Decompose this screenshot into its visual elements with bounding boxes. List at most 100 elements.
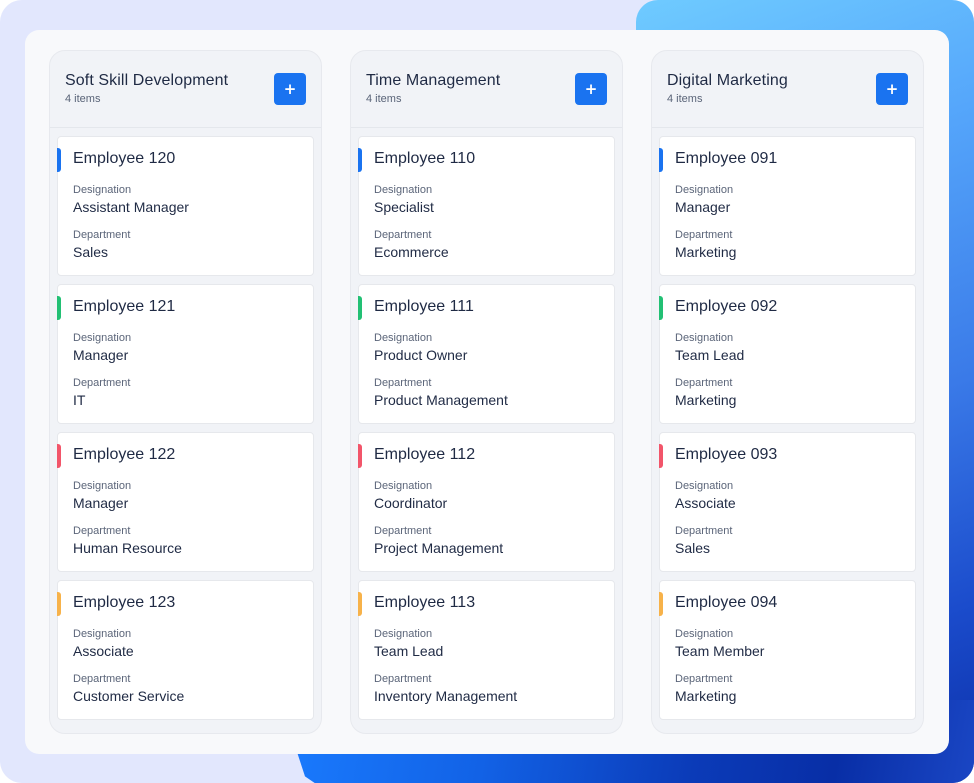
- card-status-indicator: [659, 592, 663, 616]
- card-status-indicator: [659, 296, 663, 320]
- employee-card[interactable]: Employee 120 Designation Assistant Manag…: [57, 136, 314, 276]
- card-status-indicator: [358, 444, 362, 468]
- employee-name: Employee 110: [374, 150, 476, 167]
- designation-label: Designation: [374, 332, 433, 344]
- department-label: Department: [73, 229, 131, 241]
- department-value: Human Resource: [73, 540, 182, 556]
- designation-value: Team Lead: [374, 643, 444, 659]
- department-label: Department: [73, 377, 131, 389]
- add-card-button[interactable]: +: [876, 73, 908, 105]
- department-label: Department: [675, 673, 733, 685]
- card-status-indicator: [57, 444, 61, 468]
- department-value: Sales: [73, 244, 109, 260]
- employee-name: Employee 091: [675, 150, 778, 167]
- plus-icon: +: [283, 80, 297, 98]
- card-status-indicator: [659, 444, 663, 468]
- department-label: Department: [675, 229, 733, 241]
- employee-card[interactable]: Employee 110 Designation Specialist Depa…: [358, 136, 615, 276]
- designation-label: Designation: [73, 628, 132, 640]
- designation-value: Team Lead: [675, 347, 745, 363]
- kanban-column-1: Soft Skill Development 4 items + Employe…: [49, 50, 322, 734]
- card-status-indicator: [57, 296, 61, 320]
- department-label: Department: [374, 229, 432, 241]
- department-value: Inventory Management: [374, 688, 518, 704]
- kanban-column-2: Time Management 4 items + Employee 110 D…: [350, 50, 623, 734]
- department-label: Department: [73, 525, 131, 537]
- department-value: Ecommerce: [374, 244, 449, 260]
- card-status-indicator: [57, 148, 61, 172]
- designation-value: Associate: [73, 643, 134, 659]
- employee-name: Employee 112: [374, 446, 476, 463]
- designation-label: Designation: [374, 628, 433, 640]
- employee-card[interactable]: Employee 121 Designation Manager Departm…: [57, 284, 314, 424]
- department-label: Department: [675, 525, 733, 537]
- department-value: Product Management: [374, 392, 508, 408]
- department-value: Marketing: [675, 392, 737, 408]
- employee-card[interactable]: Employee 092 Designation Team Lead Depar…: [659, 284, 916, 424]
- employee-card[interactable]: Employee 091 Designation Manager Departm…: [659, 136, 916, 276]
- card-list: Employee 110 Designation Specialist Depa…: [351, 128, 622, 720]
- employee-name: Employee 121: [73, 298, 176, 315]
- employee-name: Employee 094: [675, 594, 778, 611]
- card-list: Employee 091 Designation Manager Departm…: [652, 128, 923, 720]
- employee-card[interactable]: Employee 093 Designation Associate Depar…: [659, 432, 916, 572]
- employee-name: Employee 123: [73, 594, 176, 611]
- department-value: IT: [73, 392, 86, 408]
- employee-card[interactable]: Employee 113 Designation Team Lead Depar…: [358, 580, 615, 720]
- department-label: Department: [73, 673, 131, 685]
- employee-card[interactable]: Employee 122 Designation Manager Departm…: [57, 432, 314, 572]
- kanban-column-3: Digital Marketing 4 items + Employee 091…: [651, 50, 924, 734]
- add-card-button[interactable]: +: [575, 73, 607, 105]
- column-header: Time Management 4 items +: [351, 51, 622, 128]
- department-value: Customer Service: [73, 688, 185, 704]
- card-status-indicator: [358, 296, 362, 320]
- employee-name: Employee 093: [675, 446, 778, 463]
- designation-value: Assistant Manager: [73, 199, 189, 215]
- card-list: Employee 120 Designation Assistant Manag…: [50, 128, 321, 720]
- column-header: Soft Skill Development 4 items +: [50, 51, 321, 128]
- employee-name: Employee 092: [675, 298, 778, 315]
- card-status-indicator: [659, 148, 663, 172]
- designation-label: Designation: [73, 480, 132, 492]
- column-header: Digital Marketing 4 items +: [652, 51, 923, 128]
- department-label: Department: [374, 673, 432, 685]
- plus-icon: +: [584, 80, 598, 98]
- card-status-indicator: [358, 148, 362, 172]
- employee-name: Employee 111: [374, 298, 474, 315]
- designation-value: Specialist: [374, 199, 434, 215]
- department-label: Department: [675, 377, 733, 389]
- designation-label: Designation: [675, 332, 734, 344]
- department-label: Department: [374, 525, 432, 537]
- employee-card[interactable]: Employee 123 Designation Associate Depar…: [57, 580, 314, 720]
- designation-value: Product Owner: [374, 347, 468, 363]
- designation-value: Manager: [73, 347, 129, 363]
- employee-card[interactable]: Employee 112 Designation Coordinator Dep…: [358, 432, 615, 572]
- employee-name: Employee 122: [73, 446, 176, 463]
- employee-card[interactable]: Employee 111 Designation Product Owner D…: [358, 284, 615, 424]
- employee-name: Employee 113: [374, 594, 476, 611]
- designation-label: Designation: [675, 628, 734, 640]
- plus-icon: +: [885, 80, 899, 98]
- designation-value: Manager: [675, 199, 731, 215]
- department-value: Marketing: [675, 688, 737, 704]
- card-status-indicator: [57, 592, 61, 616]
- designation-label: Designation: [675, 184, 734, 196]
- employee-name: Employee 120: [73, 150, 176, 167]
- kanban-board: Soft Skill Development 4 items + Employe…: [25, 30, 949, 754]
- designation-label: Designation: [374, 184, 433, 196]
- designation-label: Designation: [73, 184, 132, 196]
- department-value: Project Management: [374, 540, 504, 556]
- employee-card[interactable]: Employee 094 Designation Team Member Dep…: [659, 580, 916, 720]
- designation-value: Associate: [675, 495, 736, 511]
- designation-label: Designation: [73, 332, 132, 344]
- department-value: Sales: [675, 540, 711, 556]
- designation-label: Designation: [675, 480, 734, 492]
- designation-value: Team Member: [675, 643, 765, 659]
- department-label: Department: [374, 377, 432, 389]
- add-card-button[interactable]: +: [274, 73, 306, 105]
- designation-value: Coordinator: [374, 495, 448, 511]
- designation-value: Manager: [73, 495, 129, 511]
- card-status-indicator: [358, 592, 362, 616]
- designation-label: Designation: [374, 480, 433, 492]
- department-value: Marketing: [675, 244, 737, 260]
